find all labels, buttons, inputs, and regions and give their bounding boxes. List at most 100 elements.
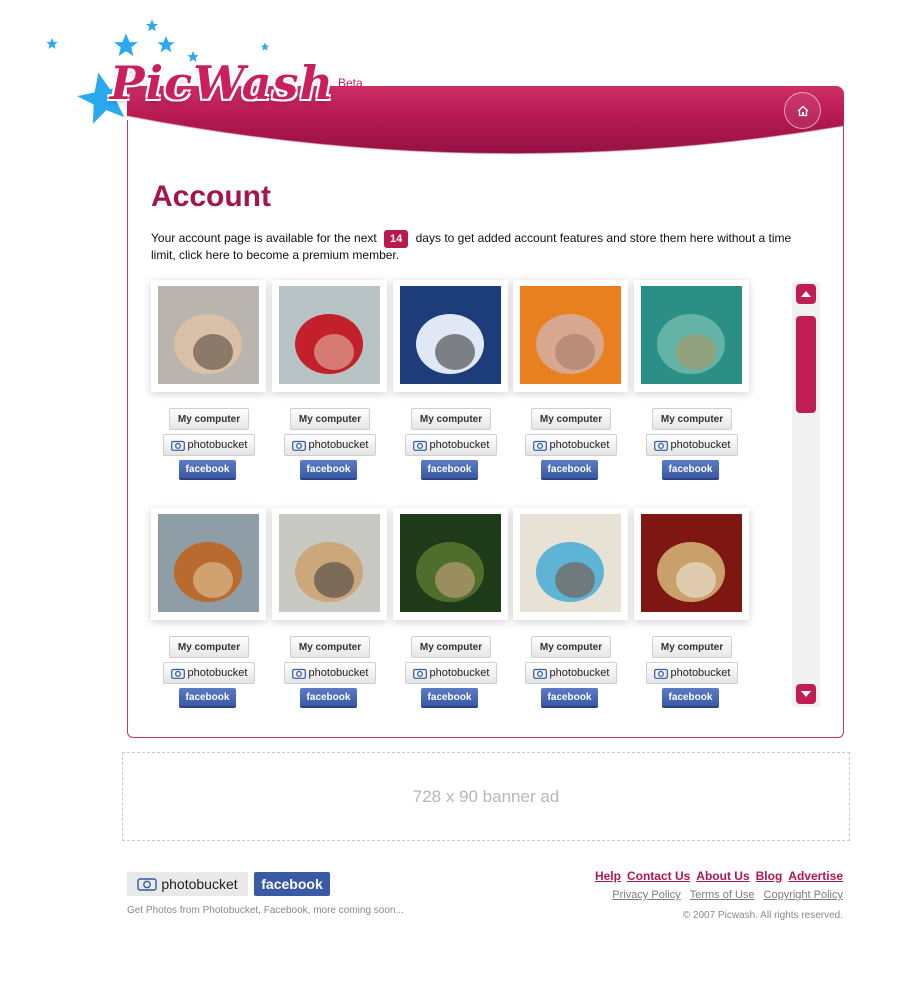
photo-frame	[634, 508, 749, 620]
footer-photobucket-logo[interactable]: photobucket	[127, 872, 248, 896]
save-to-facebook-button[interactable]: facebook	[541, 460, 598, 480]
footer-links: Help Contact Us About Us Blog Advertise Priv…	[589, 869, 843, 901]
photo-thumbnail-couple-kissing[interactable]	[279, 514, 380, 612]
save-to-my-computer-button[interactable]: My computer	[652, 636, 732, 658]
photo-thumbnail-jungle-foliage[interactable]	[400, 514, 501, 612]
photo-card: My computer photobucket facebook	[393, 508, 508, 728]
photo-card: My computer photobucket facebook	[151, 280, 266, 500]
photo-frame	[272, 508, 387, 620]
photo-thumbnail-boxing-gloves[interactable]	[279, 286, 380, 384]
save-to-facebook-button[interactable]: facebook	[421, 688, 478, 708]
beta-badge: Beta	[338, 76, 363, 90]
photo-frame	[151, 508, 266, 620]
days-remaining-badge: 14	[384, 230, 409, 248]
photo-thumbnail-woman-with-lotion[interactable]	[520, 514, 621, 612]
save-to-my-computer-button[interactable]: My computer	[411, 408, 491, 430]
footer-link-contact-us[interactable]: Contact Us	[627, 869, 690, 883]
save-to-facebook-button[interactable]: facebook	[421, 460, 478, 480]
photo-frame	[151, 280, 266, 392]
photo-card: My computer photobucket facebook	[634, 508, 749, 728]
intro-text-start: Your account page is available for the n…	[151, 231, 381, 245]
photo-thumbnail-man-portrait[interactable]	[158, 286, 259, 384]
photobucket-label: photobucket	[549, 439, 610, 451]
home-icon	[797, 105, 808, 116]
save-to-photobucket-button[interactable]: photobucket	[163, 434, 255, 456]
save-to-my-computer-button[interactable]: My computer	[290, 408, 370, 430]
footer-link-terms-of-use[interactable]: Terms of Use	[690, 889, 755, 901]
star-icon	[46, 38, 58, 49]
photo-thumbnail-buddha-statue[interactable]	[641, 514, 742, 612]
save-to-my-computer-button[interactable]: My computer	[169, 636, 249, 658]
photo-thumbnail-couple-walking[interactable]	[158, 514, 259, 612]
save-to-facebook-button[interactable]: facebook	[541, 688, 598, 708]
camera-icon	[532, 440, 547, 451]
star-icon	[157, 36, 175, 53]
photobucket-label: photobucket	[187, 667, 248, 679]
save-to-photobucket-button[interactable]: photobucket	[284, 434, 376, 456]
photobucket-label: photobucket	[308, 667, 369, 679]
camera-icon	[653, 668, 668, 679]
photo-frame	[513, 280, 628, 392]
photobucket-label: photobucket	[670, 439, 731, 451]
save-to-my-computer-button[interactable]: My computer	[290, 636, 370, 658]
save-to-my-computer-button[interactable]: My computer	[411, 636, 491, 658]
save-to-facebook-button[interactable]: facebook	[662, 460, 719, 480]
camera-icon	[170, 440, 185, 451]
save-to-photobucket-button[interactable]: photobucket	[405, 662, 497, 684]
page-title: Account	[151, 180, 271, 213]
photo-thumbnail-legs-on-orange[interactable]	[520, 286, 621, 384]
save-to-my-computer-button[interactable]: My computer	[531, 408, 611, 430]
save-to-my-computer-button[interactable]: My computer	[169, 408, 249, 430]
banner-ad[interactable]: 728 x 90 banner ad	[122, 752, 850, 841]
star-icon	[114, 33, 138, 57]
footer-link-help[interactable]: Help	[595, 869, 621, 883]
scroll-thumb[interactable]	[796, 316, 816, 413]
photobucket-label: photobucket	[429, 667, 490, 679]
save-to-my-computer-button[interactable]: My computer	[531, 636, 611, 658]
photobucket-label: photobucket	[429, 439, 490, 451]
save-to-photobucket-button[interactable]: photobucket	[284, 662, 376, 684]
scroll-down-button[interactable]	[796, 684, 816, 704]
photo-card: My computer photobucket facebook	[513, 508, 628, 728]
save-to-facebook-button[interactable]: facebook	[179, 460, 236, 480]
photo-thumbnail-wakeboarder-splash[interactable]	[400, 286, 501, 384]
photo-card: My computer photobucket facebook	[272, 280, 387, 500]
camera-icon	[170, 668, 185, 679]
photo-frame	[393, 280, 508, 392]
footer-secondary-links: Privacy Policy Terms of Use Copyright Poli…	[589, 889, 843, 901]
footer-link-about-us[interactable]: About Us	[696, 869, 749, 883]
photo-frame	[634, 280, 749, 392]
footer-photobucket-label: photobucket	[161, 876, 238, 892]
save-to-photobucket-button[interactable]: photobucket	[405, 434, 497, 456]
camera-icon	[412, 668, 427, 679]
photo-thumbnail-underwater-turtle[interactable]	[641, 286, 742, 384]
footer-link-copyright-policy[interactable]: Copyright Policy	[764, 889, 843, 901]
photo-card: My computer photobucket facebook	[513, 280, 628, 500]
save-to-photobucket-button[interactable]: photobucket	[646, 662, 738, 684]
photobucket-label: photobucket	[670, 667, 731, 679]
picwash-logo[interactable]: PicWash Beta	[88, 56, 378, 130]
photo-card: My computer photobucket facebook	[272, 508, 387, 728]
save-to-my-computer-button[interactable]: My computer	[652, 408, 732, 430]
camera-icon	[137, 878, 158, 891]
footer-link-blog[interactable]: Blog	[756, 869, 783, 883]
save-to-facebook-button[interactable]: facebook	[179, 688, 236, 708]
account-intro[interactable]: Your account page is available for the n…	[151, 230, 811, 262]
footer-facebook-logo[interactable]: facebook	[254, 872, 330, 896]
photo-frame	[272, 280, 387, 392]
save-to-photobucket-button[interactable]: photobucket	[525, 434, 617, 456]
camera-icon	[291, 440, 306, 451]
save-to-facebook-button[interactable]: facebook	[300, 460, 357, 480]
save-to-photobucket-button[interactable]: photobucket	[163, 662, 255, 684]
camera-icon	[532, 668, 547, 679]
footer-link-privacy-policy[interactable]: Privacy Policy	[612, 889, 680, 901]
save-to-facebook-button[interactable]: facebook	[662, 688, 719, 708]
camera-icon	[412, 440, 427, 451]
footer-link-advertise[interactable]: Advertise	[788, 869, 843, 883]
save-to-facebook-button[interactable]: facebook	[300, 688, 357, 708]
logo-text: PicWash	[110, 56, 334, 110]
save-to-photobucket-button[interactable]: photobucket	[646, 434, 738, 456]
save-to-photobucket-button[interactable]: photobucket	[525, 662, 617, 684]
scroll-up-button[interactable]	[796, 284, 816, 304]
star-icon	[260, 42, 270, 51]
